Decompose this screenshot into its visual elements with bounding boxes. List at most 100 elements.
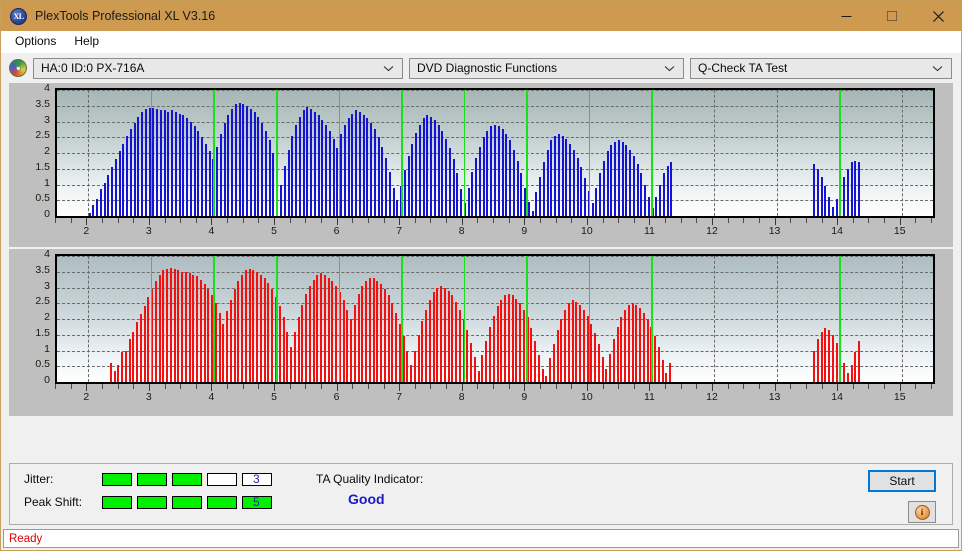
close-icon[interactable] — [915, 1, 961, 31]
x-tick-label: 15 — [893, 225, 906, 237]
ta-quality-label: TA Quality Indicator: — [316, 472, 424, 486]
plot-area-upper — [55, 88, 935, 218]
x-tick-mark — [539, 218, 541, 223]
test-select[interactable]: Q-Check TA Test — [690, 57, 952, 79]
x-tick-mark — [336, 384, 338, 391]
x-tick-mark — [727, 218, 729, 223]
x-tick-mark — [868, 218, 870, 223]
track-marker-line — [463, 90, 466, 216]
y-tick-label: 3.5 — [35, 263, 50, 276]
chart-bar — [328, 130, 331, 216]
chart-bar — [655, 197, 658, 216]
track-marker-line — [401, 90, 403, 216]
chart-bar — [496, 306, 499, 382]
x-tick-mark — [70, 218, 72, 223]
chart-bar — [620, 317, 623, 382]
x-tick-mark — [633, 218, 635, 223]
x-tick-label: 6 — [333, 391, 340, 403]
chart-bar — [647, 197, 650, 216]
chart-bar — [302, 110, 305, 216]
track-marker-line — [150, 256, 153, 382]
meter-segment — [137, 473, 167, 486]
gridline-horizontal — [57, 256, 933, 257]
x-tick-mark — [712, 218, 713, 225]
chart-bar — [486, 130, 489, 216]
start-button[interactable]: Start — [868, 470, 936, 492]
x-tick-mark — [493, 218, 494, 223]
x-tick-mark — [211, 218, 213, 225]
chart-bar — [519, 303, 522, 382]
chart-bar — [391, 303, 394, 382]
chart-bar — [272, 153, 275, 216]
minimize-icon[interactable] — [823, 1, 869, 31]
y-tick-label: 2.5 — [35, 295, 50, 308]
function-select[interactable]: DVD Diagnostic Functions — [409, 57, 684, 79]
title-bar: XL PlexTools Professional XL V3.16 — [1, 1, 961, 31]
chart-bar — [616, 326, 619, 382]
chart-bar — [481, 355, 484, 382]
chart-bar — [662, 173, 665, 216]
x-tick-mark — [618, 218, 620, 223]
chart-bar — [602, 160, 605, 216]
chart-bar — [158, 274, 161, 382]
track-marker-line — [463, 256, 466, 382]
chart-bar — [535, 192, 538, 216]
chart-bar — [373, 129, 376, 216]
chart-bar — [430, 116, 433, 216]
x-tick-label: 2 — [83, 391, 90, 403]
y-tick-label: 3 — [44, 113, 50, 126]
drive-select[interactable]: HA:0 ID:0 PX-716A — [33, 57, 403, 79]
x-tick-mark — [774, 218, 776, 225]
plot-area-lower — [55, 254, 935, 384]
chart-bar — [403, 170, 406, 216]
chart-bar — [556, 330, 559, 382]
chart-bar — [609, 353, 612, 382]
chart-bar — [591, 203, 594, 216]
chart-bar — [122, 143, 125, 216]
chart-bar — [545, 375, 548, 382]
chart-bar — [601, 356, 604, 382]
chart-bar — [565, 138, 568, 216]
menu-item-help[interactable]: Help — [65, 32, 108, 51]
y-tick-label: 3.5 — [35, 97, 50, 110]
x-tick-mark — [133, 384, 135, 389]
info-button[interactable]: i — [908, 501, 936, 523]
chart-bar — [264, 130, 267, 216]
x-tick-mark — [430, 384, 432, 389]
chevron-down-icon — [383, 59, 394, 78]
chart-bar — [813, 164, 816, 216]
x-tick-label: 13 — [768, 391, 781, 403]
peak-shift-label: Peak Shift: — [24, 495, 83, 509]
x-tick-mark — [571, 384, 573, 389]
chart-bar — [223, 123, 226, 216]
chart-bar — [166, 268, 169, 382]
menu-item-options[interactable]: Options — [6, 32, 65, 51]
chart-bar — [436, 287, 439, 382]
chart-bar — [88, 212, 91, 216]
x-tick-mark — [477, 218, 479, 223]
chart-bar — [365, 281, 368, 382]
x-tick-mark — [743, 218, 745, 223]
chart-bar — [197, 130, 200, 216]
chart-bar — [625, 145, 628, 216]
peak-shift-value: 5 — [253, 495, 260, 509]
maximize-icon[interactable] — [869, 1, 915, 31]
chart-bar — [657, 347, 660, 382]
chart-bar — [387, 295, 390, 382]
chart-bar — [415, 132, 418, 216]
chart-bar — [335, 285, 338, 382]
chart-bar — [361, 285, 364, 382]
meter-segment — [172, 496, 202, 509]
chart-bar — [204, 143, 207, 216]
chart-bar — [624, 309, 627, 382]
chart-bar — [542, 162, 545, 216]
x-tick-mark — [367, 218, 369, 223]
x-tick-label: 5 — [271, 225, 277, 237]
chart-bar — [816, 339, 819, 382]
chart-bar — [579, 304, 582, 382]
x-tick-mark — [571, 218, 573, 223]
x-tick-mark — [305, 218, 307, 223]
x-tick-mark — [70, 384, 72, 389]
status-bar: Ready — [3, 529, 959, 548]
chart-bar — [512, 149, 515, 216]
